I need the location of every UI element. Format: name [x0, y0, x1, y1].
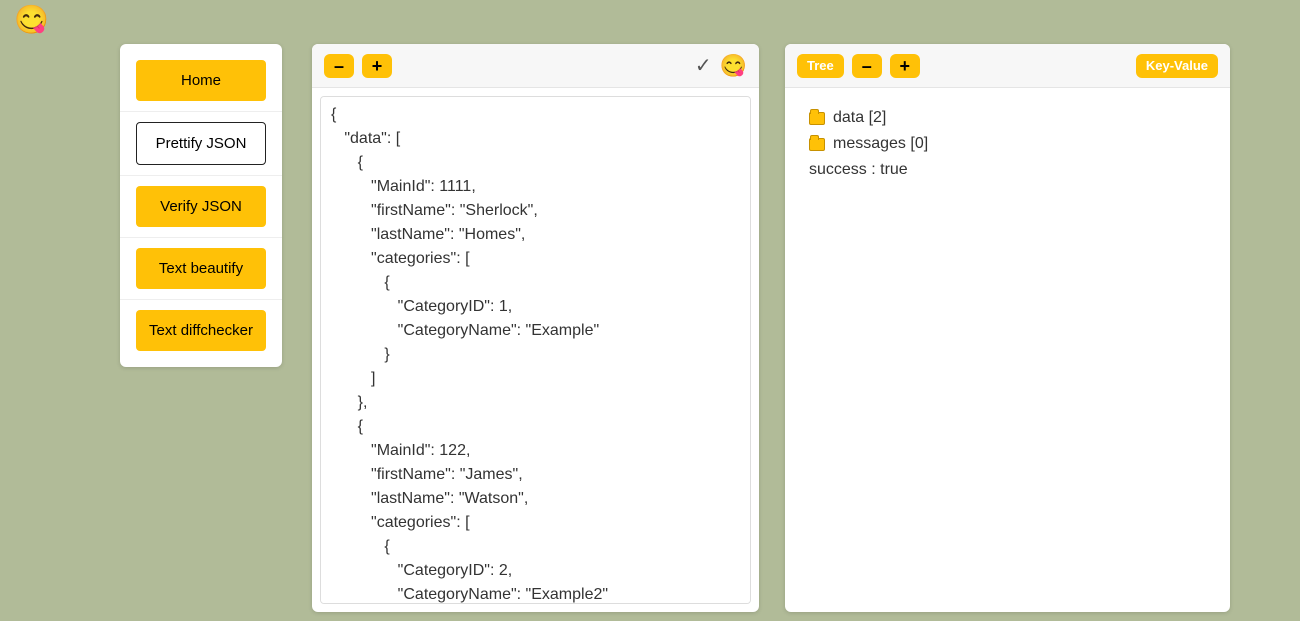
- nav-text-beautify[interactable]: Text beautify: [136, 248, 266, 289]
- emoji-icon[interactable]: 😋: [720, 53, 747, 79]
- tree-panel: Tree – + Key-Value data [2] messages [0]…: [785, 44, 1230, 612]
- editor-body: [312, 88, 759, 612]
- editor-toolbar: – + ✓ 😋: [312, 44, 759, 88]
- sidebar: Home Prettify JSON Verify JSON Text beau…: [120, 44, 282, 367]
- tree-node-data[interactable]: data [2]: [809, 106, 1206, 130]
- json-input[interactable]: [320, 96, 751, 604]
- expand-button[interactable]: +: [362, 54, 392, 78]
- nav-verify-json[interactable]: Verify JSON: [136, 186, 266, 227]
- tree-expand-button[interactable]: +: [890, 54, 920, 78]
- editor-panel: – + ✓ 😋: [312, 44, 759, 612]
- folder-icon: [809, 112, 825, 125]
- tree-node-label: messages [0]: [833, 132, 928, 156]
- tree-collapse-button[interactable]: –: [852, 54, 882, 78]
- nav-home[interactable]: Home: [136, 60, 266, 101]
- nav-text-diffchecker[interactable]: Text diffchecker: [136, 310, 266, 351]
- tree-node-label: success : true: [809, 158, 908, 182]
- tree-mode-button[interactable]: Tree: [797, 54, 844, 78]
- tree-node-label: data [2]: [833, 106, 886, 130]
- nav-prettify-json[interactable]: Prettify JSON: [136, 122, 266, 165]
- keyvalue-mode-button[interactable]: Key-Value: [1136, 54, 1218, 78]
- check-icon[interactable]: ✓: [695, 53, 712, 78]
- folder-icon: [809, 138, 825, 151]
- tree-node-messages[interactable]: messages [0]: [809, 132, 1206, 156]
- tree-toolbar: Tree – + Key-Value: [785, 44, 1230, 88]
- tree-node-success[interactable]: success : true: [809, 158, 1206, 182]
- tree-body: data [2] messages [0] success : true: [785, 88, 1230, 612]
- collapse-button[interactable]: –: [324, 54, 354, 78]
- app-logo: 😋: [14, 6, 49, 34]
